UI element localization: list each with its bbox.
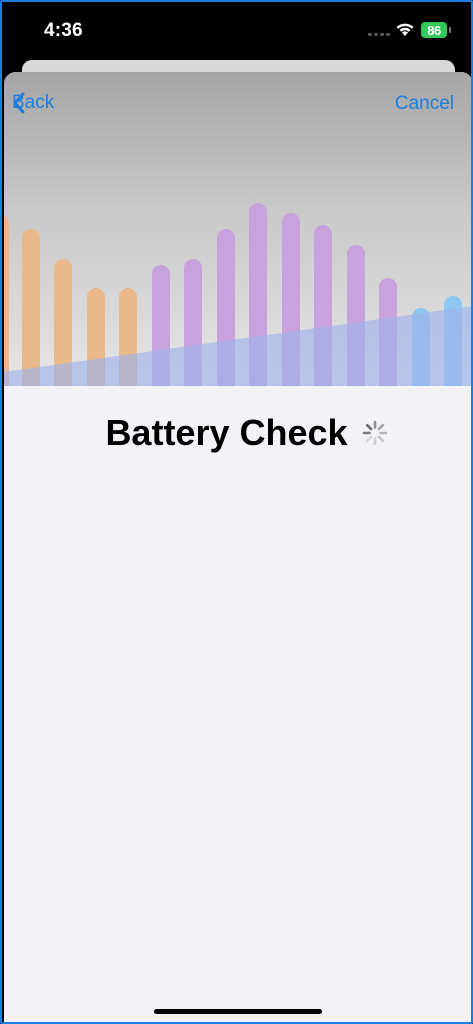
battery-tip <box>449 27 451 33</box>
battery-check-sheet: Back Cancel Battery Check <box>4 72 471 1022</box>
hero-graphic: Back Cancel <box>4 72 471 386</box>
cancel-button[interactable]: Cancel <box>395 93 454 115</box>
wifi-icon <box>395 22 415 42</box>
chevron-left-icon <box>13 92 25 114</box>
title-row: Battery Check <box>4 412 471 454</box>
page-title: Battery Check <box>105 412 348 453</box>
status-time: 4:36 <box>44 20 83 41</box>
home-indicator[interactable] <box>154 1009 322 1014</box>
loading-spinner-icon <box>362 420 387 446</box>
battery-icon: 86 <box>421 22 447 38</box>
status-bar: 4:36 86 <box>2 2 471 60</box>
cellular-signal-icon <box>368 33 390 36</box>
phone-screen: 4:36 86 Back Cancel Battery Check <box>0 0 473 1024</box>
back-button[interactable]: Back <box>12 92 54 114</box>
battery-percent: 86 <box>427 22 441 38</box>
bar-graph-decoration <box>4 203 471 386</box>
